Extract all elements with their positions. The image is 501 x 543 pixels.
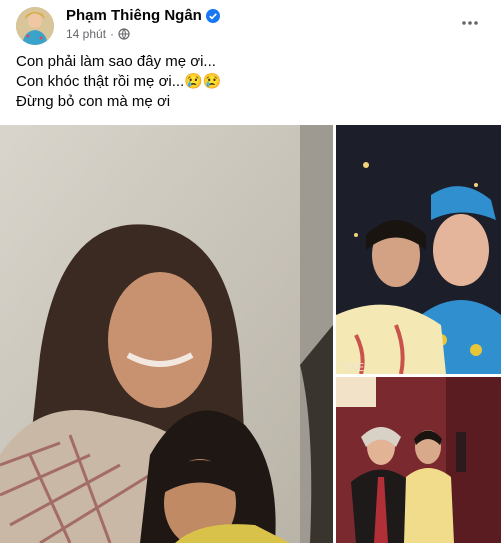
globe-icon: [118, 28, 130, 40]
post-header: Phạm Thiêng Ngân 14 phút ·: [14, 5, 494, 45]
facebook-post: Phạm Thiêng Ngân 14 phút · Con phải làm …: [0, 0, 501, 543]
photo-grid: TIKE: [0, 125, 501, 543]
post-text-line-2: Con khóc thật rồi mẹ ơi...😢😢: [16, 73, 222, 90]
post-text: Con phải làm sao đây mẹ ơi... Con khóc t…: [16, 52, 486, 112]
photo-main-hug[interactable]: [0, 125, 333, 543]
verified-badge-icon: [205, 8, 220, 23]
post-time[interactable]: 14 phút: [66, 27, 106, 41]
photo-selfie-aodai[interactable]: TIKE: [336, 125, 501, 374]
more-options-icon[interactable]: [456, 11, 484, 35]
post-text-line-3: Đừng bỏ con mà mẹ ơi: [16, 93, 171, 110]
meta-separator: ·: [110, 27, 115, 41]
post-text-line-1: Con phải làm sao đây mẹ ơi...: [16, 53, 216, 70]
author-avatar[interactable]: [16, 7, 54, 45]
author-name-row: Phạm Thiêng Ngân: [66, 7, 220, 24]
author-name[interactable]: Phạm Thiêng Ngân: [66, 7, 202, 24]
photo-watermark: TIKE: [339, 361, 364, 374]
photo-backstage[interactable]: [336, 377, 501, 543]
post-meta: 14 phút ·: [66, 27, 130, 41]
